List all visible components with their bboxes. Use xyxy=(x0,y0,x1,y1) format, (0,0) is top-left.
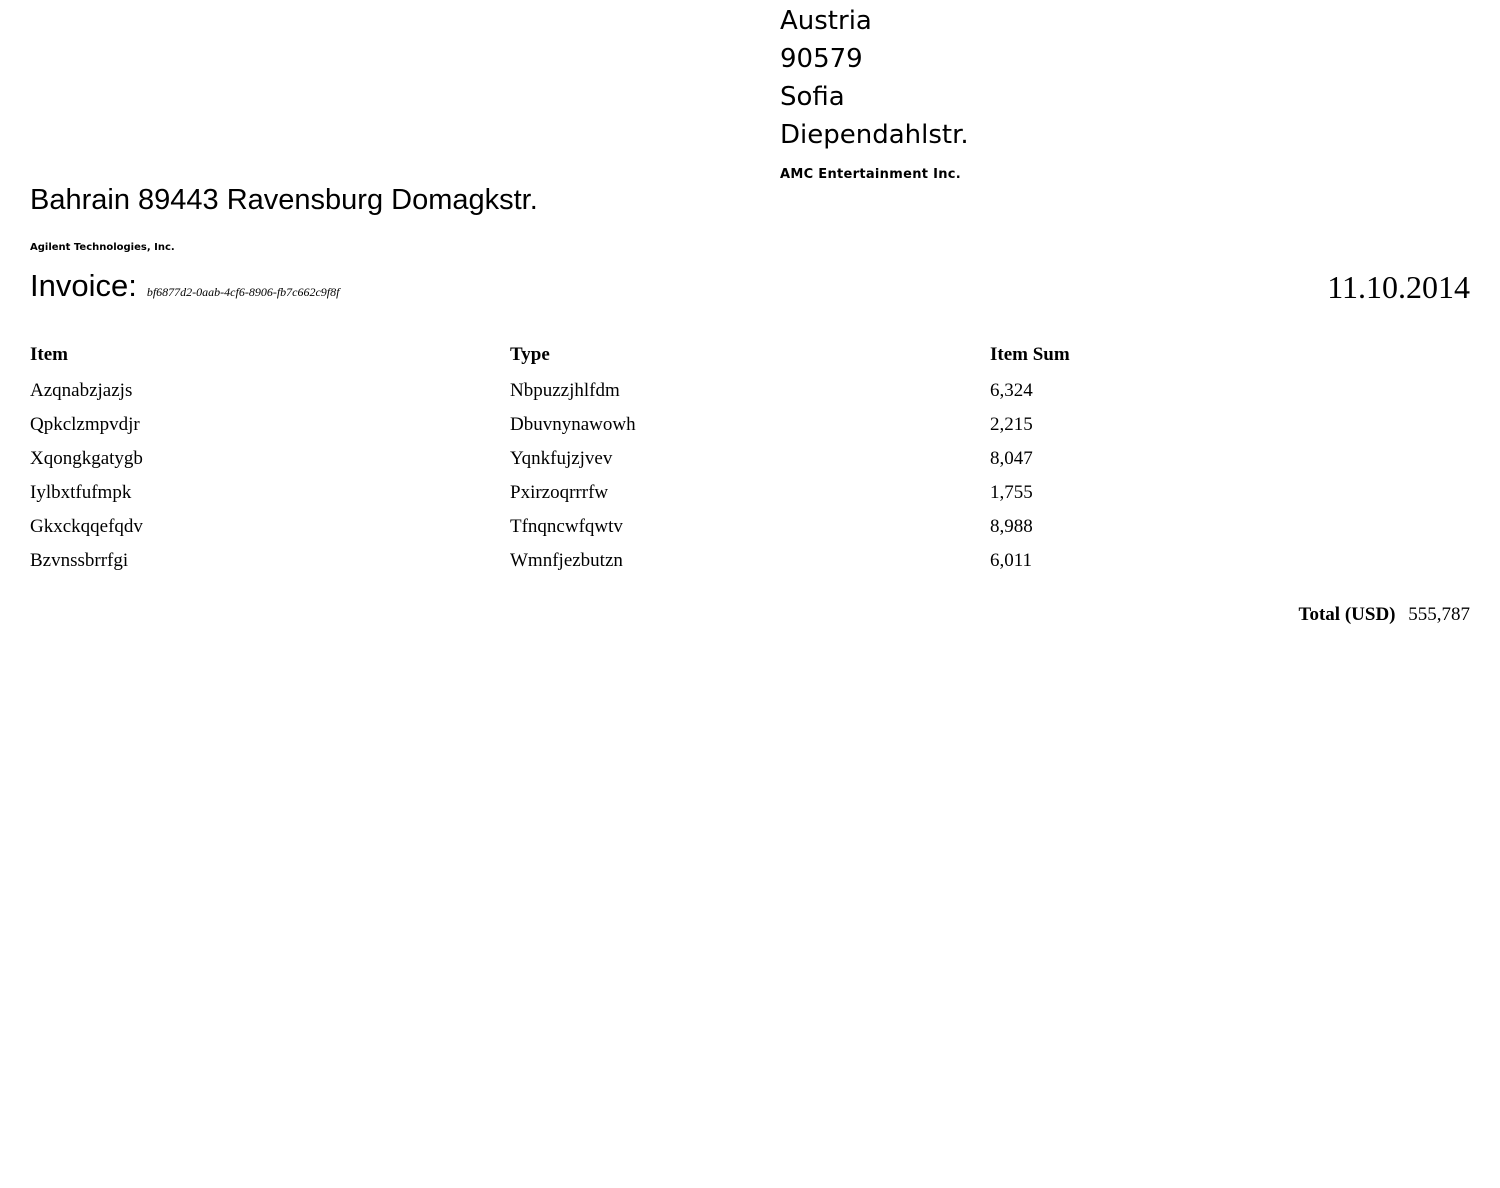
cell-item-sum: 8,988 xyxy=(990,516,1033,537)
table-row: Qpkclzmpvdjr Dbuvnynawowh 2,215 xyxy=(30,408,1470,442)
recipient-address-block: Austria 90579 Sofia Diependahlstr. AMC E… xyxy=(780,2,969,182)
table-row: Bzvnssbrrfgi Wmnfjezbutzn 6,011 xyxy=(30,544,1470,578)
sender-company: Agilent Technologies, Inc. xyxy=(30,242,175,253)
cell-item: Xqongkgatygb xyxy=(30,448,143,469)
table-row: Gkxckqqefqdv Tfnqncwfqwtv 8,988 xyxy=(30,510,1470,544)
table-row: Azqnabzjazjs Nbpuzzjhlfdm 6,324 xyxy=(30,374,1470,408)
recipient-city: Sofia xyxy=(780,82,845,112)
invoice-number: bf6877d2-0aab-4cf6-8906-fb7c662c9f8f xyxy=(146,285,340,299)
cell-item: Iylbxtfufmpk xyxy=(30,482,132,503)
cell-type: Nbpuzzjhlfdm xyxy=(510,380,620,401)
cell-item: Bzvnssbrrfgi xyxy=(30,550,129,571)
cell-item-sum: 2,215 xyxy=(990,414,1033,435)
table-header-row: Item Type Item Sum xyxy=(30,344,1470,374)
recipient-street: Diependahlstr. xyxy=(780,120,969,150)
cell-type: Wmnfjezbutzn xyxy=(510,550,623,571)
total-value: 555,787 xyxy=(1408,604,1470,625)
cell-item: Qpkclzmpvdjr xyxy=(30,414,140,435)
cell-item-sum: 6,011 xyxy=(990,550,1033,571)
recipient-company: AMC Entertainment Inc. xyxy=(780,167,962,182)
cell-item-sum: 6,324 xyxy=(990,380,1033,401)
cell-type: Dbuvnynawowh xyxy=(510,414,636,435)
sender-address: Bahrain 89443 Ravensburg Domagkstr. xyxy=(30,184,538,216)
invoice-label: Invoice: xyxy=(30,268,137,303)
invoice-date: 11.10.2014 xyxy=(1327,269,1470,305)
cell-type: Tfnqncwfqwtv xyxy=(510,516,623,537)
cell-item-sum: 1,755 xyxy=(990,482,1033,503)
cell-item: Gkxckqqefqdv xyxy=(30,516,143,537)
cell-type: Pxirzoqrrrfw xyxy=(510,482,609,503)
cell-type: Yqnkfujzjvev xyxy=(510,448,613,469)
table-row: Iylbxtfufmpk Pxirzoqrrrfw 1,755 xyxy=(30,476,1470,510)
cell-item: Azqnabzjazjs xyxy=(30,380,133,401)
column-header-item: Item xyxy=(30,344,68,365)
table-row: Xqongkgatygb Yqnkfujzjvev 8,047 xyxy=(30,442,1470,476)
cell-item-sum: 8,047 xyxy=(990,448,1033,469)
recipient-postal-code: 90579 xyxy=(780,44,863,74)
total-label: Total (USD) xyxy=(1298,604,1396,625)
recipient-country: Austria xyxy=(780,6,872,36)
invoice-total: Total (USD) 555,787 xyxy=(1299,604,1470,626)
column-header-item-sum: Item Sum xyxy=(990,344,1070,365)
column-header-type: Type xyxy=(510,344,550,365)
invoice-heading: Invoice: bf6877d2-0aab-4cf6-8906-fb7c662… xyxy=(30,268,339,304)
items-table: Item Type Item Sum Azqnabzjazjs Nbpuzzjh… xyxy=(30,344,1470,578)
